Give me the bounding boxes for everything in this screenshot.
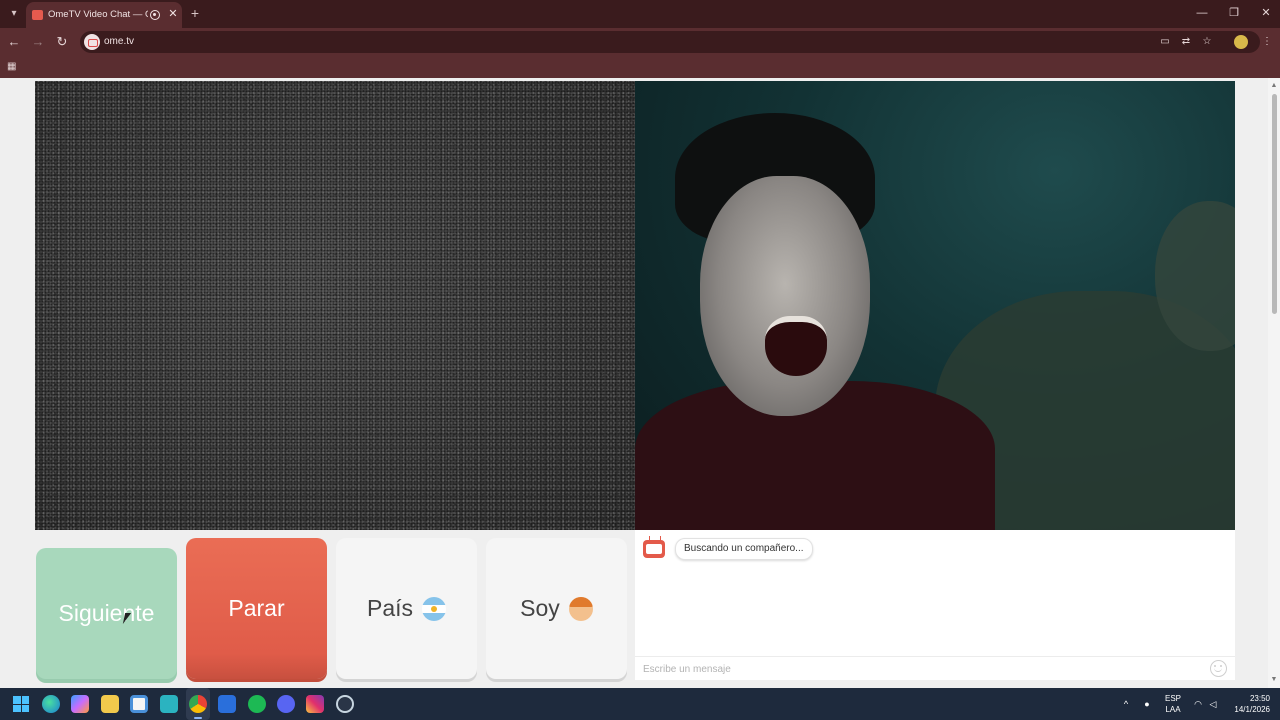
ometv-logo-icon	[643, 536, 665, 558]
store-icon[interactable]	[130, 695, 148, 713]
minimize-button[interactable]: —	[1192, 5, 1212, 21]
file-explorer-icon[interactable]	[101, 695, 119, 713]
copilot-icon[interactable]	[71, 695, 89, 713]
ometv-favicon-icon	[32, 10, 43, 20]
tab-close-icon[interactable]: ✕	[166, 7, 180, 21]
url-text[interactable]: ome.tv	[104, 35, 134, 49]
scroll-down-icon[interactable]: ▼	[1270, 676, 1278, 684]
browser-menu-icon[interactable]: ⋮	[1260, 35, 1274, 49]
shield-app-icon[interactable]	[160, 695, 178, 713]
bookmarks-bar: ▦	[0, 56, 1280, 78]
windows-start-icon[interactable]	[13, 696, 29, 712]
stop-button[interactable]: Parar	[186, 538, 327, 679]
mail-icon[interactable]	[218, 695, 236, 713]
page-scrollbar[interactable]: ▲ ▼	[1268, 78, 1280, 688]
address-bar[interactable]: ome.tv ▭ ⇄ ☆	[80, 31, 1260, 53]
boy-emoji-icon	[568, 596, 593, 621]
wifi-icon[interactable]: ◠	[1192, 698, 1204, 710]
bookmark-star-icon[interactable]: ☆	[1200, 35, 1214, 49]
partner-video-static	[35, 81, 635, 530]
scrollbar-thumb[interactable]	[1272, 94, 1277, 314]
country-button-label: País	[366, 595, 414, 621]
new-tab-button[interactable]: +	[188, 5, 202, 21]
gender-button[interactable]: Soy	[486, 538, 627, 679]
scroll-up-icon[interactable]: ▲	[1270, 82, 1278, 90]
emoji-icon[interactable]	[1210, 660, 1227, 677]
country-button[interactable]: País	[336, 538, 477, 679]
clock-time[interactable]: 23:50	[1226, 694, 1270, 704]
restore-button[interactable]: ❐	[1224, 5, 1244, 21]
stop-button-label: Parar	[228, 595, 285, 621]
chat-status-message: Buscando un compañero...	[675, 538, 813, 560]
video-person-face	[700, 176, 870, 416]
chrome-icon[interactable]	[189, 695, 207, 713]
instagram-icon[interactable]	[306, 695, 324, 713]
keyboard-layout[interactable]: LAA	[1163, 705, 1183, 715]
tab-strip: ▾ OmeTV Video Chat — Ome ✕ + — ❐ ✕	[0, 0, 1280, 28]
profile-avatar[interactable]	[1234, 35, 1248, 49]
discord-icon[interactable]	[277, 695, 295, 713]
browser-toolbar: ← → ↻ ome.tv ▭ ⇄ ☆	[0, 28, 1280, 56]
next-button-label: Siguiente	[58, 600, 155, 626]
microphone-icon[interactable]: ●	[1141, 698, 1153, 710]
language-code[interactable]: ESP	[1163, 694, 1183, 704]
back-arrow-icon[interactable]: ←	[6, 34, 22, 50]
video-person-mouth	[765, 316, 827, 376]
close-window-button[interactable]: ✕	[1256, 5, 1276, 21]
gender-button-label: Soy	[520, 595, 560, 621]
site-info-icon[interactable]	[84, 34, 100, 50]
forward-arrow-icon[interactable]: →	[30, 34, 46, 50]
steam-icon[interactable]	[336, 695, 354, 713]
reload-icon[interactable]: ↻	[54, 34, 70, 50]
argentina-flag-icon	[422, 596, 447, 621]
browser-tab[interactable]: OmeTV Video Chat — Ome ✕	[26, 2, 182, 28]
edge-icon[interactable]	[42, 695, 60, 713]
translate-icon[interactable]: ⇄	[1179, 35, 1193, 49]
apps-grid-icon[interactable]: ▦	[7, 61, 19, 73]
clock-date[interactable]: 14/1/2026	[1222, 705, 1270, 715]
tab-search-icon[interactable]: ▾	[6, 6, 22, 22]
tab-title: OmeTV Video Chat — Ome	[48, 9, 148, 20]
chat-input-bar	[635, 656, 1235, 680]
volume-icon[interactable]: ◁	[1207, 698, 1219, 710]
chat-panel: Buscando un compañero...	[635, 530, 1235, 680]
show-hidden-icons-chevron-icon[interactable]: ^	[1120, 698, 1132, 710]
spotify-icon[interactable]	[248, 695, 266, 713]
self-camera-video	[635, 81, 1235, 530]
next-button[interactable]: Siguiente	[36, 548, 177, 679]
recording-icon	[150, 10, 160, 20]
cast-icon[interactable]: ▭	[1158, 35, 1172, 49]
windows-taskbar: ^ ● ESP LAA ◠ ◁ 23:50 14/1/2026	[0, 688, 1280, 720]
message-input[interactable]	[643, 660, 1203, 678]
